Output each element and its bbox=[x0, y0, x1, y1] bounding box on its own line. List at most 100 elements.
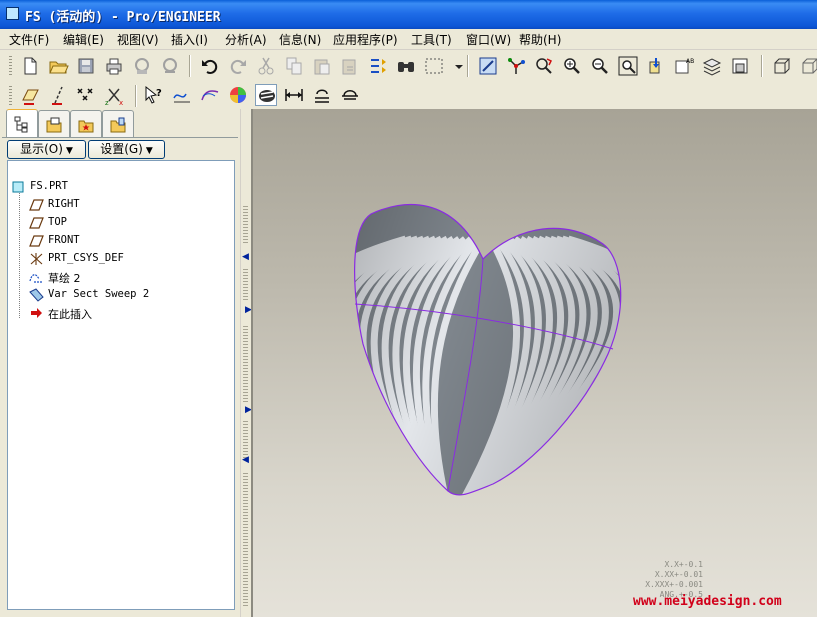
menu-edit[interactable]: 编辑(E) bbox=[63, 31, 104, 48]
csys-icon bbox=[29, 252, 44, 266]
tree-connector bbox=[19, 193, 20, 318]
spin-center-icon[interactable] bbox=[505, 55, 527, 77]
connections-tab[interactable] bbox=[102, 110, 134, 137]
sweep-icon bbox=[29, 288, 44, 302]
curve-icon[interactable] bbox=[199, 84, 221, 106]
select-dropdown-icon[interactable] bbox=[448, 55, 463, 77]
open-icon[interactable] bbox=[47, 55, 69, 77]
datum-plane-icon bbox=[29, 216, 44, 230]
datum-plane-icon[interactable] bbox=[19, 84, 41, 106]
svg-text:x: x bbox=[119, 99, 123, 106]
heart-model[interactable] bbox=[253, 109, 817, 617]
settings-dropdown-button[interactable]: 设置(G) ▼ bbox=[88, 140, 165, 159]
view-manager-icon[interactable] bbox=[729, 55, 751, 77]
whats-this-icon[interactable]: ? bbox=[143, 84, 165, 106]
toolbar-grip[interactable] bbox=[9, 85, 12, 107]
print-icon[interactable] bbox=[103, 55, 125, 77]
tolerance-line: X.X+-0.1 bbox=[664, 560, 703, 569]
tree-item-label: PRT_CSYS_DEF bbox=[48, 252, 124, 264]
app-icon[interactable] bbox=[6, 7, 19, 20]
send-all-icon[interactable] bbox=[159, 55, 181, 77]
menu-applications[interactable]: 应用程序(P) bbox=[333, 31, 398, 48]
zoom-in-icon[interactable] bbox=[561, 55, 583, 77]
toolbar-separator bbox=[467, 55, 469, 77]
paste-icon[interactable] bbox=[311, 55, 333, 77]
menu-tools[interactable]: 工具(T) bbox=[411, 31, 452, 48]
orient-icon[interactable] bbox=[533, 55, 555, 77]
appearance-icon[interactable] bbox=[227, 84, 249, 106]
reorient-icon[interactable] bbox=[645, 55, 667, 77]
navigator-panel: 显示(O) ▼ 设置(G) ▼ FS.PRT RIGHT TOP FRONT PRT… bbox=[0, 109, 240, 617]
named-view-icon[interactable]: AB bbox=[673, 55, 695, 77]
tree-item-label: FRONT bbox=[48, 234, 80, 246]
main-toolbar: AB bbox=[0, 50, 817, 84]
part-icon bbox=[11, 180, 26, 194]
refit-icon[interactable] bbox=[617, 55, 639, 77]
splitter-grip bbox=[243, 324, 248, 404]
tree-item-label: 草绘 2 bbox=[48, 272, 81, 285]
chevron-left-icon[interactable]: ◀ bbox=[242, 455, 249, 465]
section-icon[interactable] bbox=[311, 84, 333, 106]
datum-toolbar: zx ? bbox=[0, 83, 817, 109]
slope-icon[interactable] bbox=[339, 84, 361, 106]
find-icon[interactable] bbox=[395, 55, 417, 77]
folder-browser-tab[interactable] bbox=[38, 110, 70, 137]
title-bar[interactable]: FS (活动的) - Pro/ENGINEER bbox=[0, 0, 817, 29]
zoom-out-icon[interactable] bbox=[589, 55, 611, 77]
toolbar-grip[interactable] bbox=[9, 55, 12, 77]
menu-view[interactable]: 视图(V) bbox=[117, 31, 159, 48]
zebra-surface bbox=[354, 204, 621, 495]
send-icon[interactable] bbox=[131, 55, 153, 77]
zebra-icon[interactable] bbox=[255, 84, 277, 106]
cut-icon[interactable] bbox=[255, 55, 277, 77]
menu-analysis[interactable]: 分析(A) bbox=[225, 31, 267, 48]
splitter-grip bbox=[243, 471, 248, 607]
select-box-icon[interactable] bbox=[423, 55, 445, 77]
copy-icon[interactable] bbox=[283, 55, 305, 77]
splitter-grip bbox=[243, 204, 248, 244]
tolerance-line: X.XXX+-0.001 bbox=[645, 580, 703, 589]
save-icon[interactable] bbox=[75, 55, 97, 77]
toolbar-separator bbox=[135, 85, 137, 107]
show-dropdown-button[interactable]: 显示(O) ▼ bbox=[7, 140, 86, 159]
insert-here-arrow-icon bbox=[29, 306, 44, 320]
svg-text:?: ? bbox=[156, 88, 162, 99]
datum-axis-icon[interactable] bbox=[47, 84, 69, 106]
redo-icon[interactable] bbox=[227, 55, 249, 77]
chevron-down-icon: ▼ bbox=[65, 146, 73, 156]
watermark: www.meiyadesign.com bbox=[633, 594, 782, 609]
menu-file[interactable]: 文件(F) bbox=[9, 31, 49, 48]
repaint-icon[interactable] bbox=[477, 55, 499, 77]
model-tree[interactable]: FS.PRT RIGHT TOP FRONT PRT_CSYS_DEF 草绘 2… bbox=[7, 175, 235, 610]
datum-plane-icon bbox=[29, 234, 44, 248]
tab-underline bbox=[2, 137, 238, 138]
new-icon[interactable] bbox=[19, 55, 41, 77]
menu-info[interactable]: 信息(N) bbox=[279, 31, 321, 48]
sketch-icon[interactable] bbox=[171, 84, 193, 106]
hidden-line-icon[interactable] bbox=[799, 55, 817, 77]
graphics-window[interactable]: X.X+-0.1 X.XX+-0.01 X.XXX+-0.001 ANG.+-0… bbox=[251, 109, 817, 617]
paste-special-icon[interactable] bbox=[339, 55, 361, 77]
favorites-tab[interactable] bbox=[70, 110, 102, 137]
tree-item-label: 在此插入 bbox=[48, 308, 92, 321]
datum-point-icon[interactable] bbox=[75, 84, 97, 106]
datum-plane-icon bbox=[29, 198, 44, 212]
settings-button-label: 设置(G) bbox=[100, 142, 143, 156]
measure-icon[interactable] bbox=[283, 84, 305, 106]
splitter-grip bbox=[243, 419, 248, 459]
layers-icon[interactable] bbox=[701, 55, 723, 77]
chevron-left-icon[interactable]: ◀ bbox=[242, 252, 249, 262]
model-tree-tab[interactable] bbox=[6, 109, 38, 138]
undo-icon[interactable] bbox=[199, 55, 221, 77]
tree-column-header[interactable] bbox=[7, 160, 235, 176]
regenerate-icon[interactable] bbox=[367, 55, 389, 77]
wireframe-icon[interactable] bbox=[771, 55, 793, 77]
datum-csys-icon[interactable]: zx bbox=[103, 84, 125, 106]
tree-root-label: FS.PRT bbox=[30, 180, 68, 192]
toolbar-separator bbox=[189, 55, 191, 77]
menu-help[interactable]: 帮助(H) bbox=[519, 31, 561, 48]
menu-insert[interactable]: 插入(I) bbox=[171, 31, 208, 48]
window-title: FS (活动的) - Pro/ENGINEER bbox=[25, 10, 221, 25]
menu-window[interactable]: 窗口(W) bbox=[466, 31, 511, 48]
tolerance-line: X.XX+-0.01 bbox=[654, 570, 703, 579]
